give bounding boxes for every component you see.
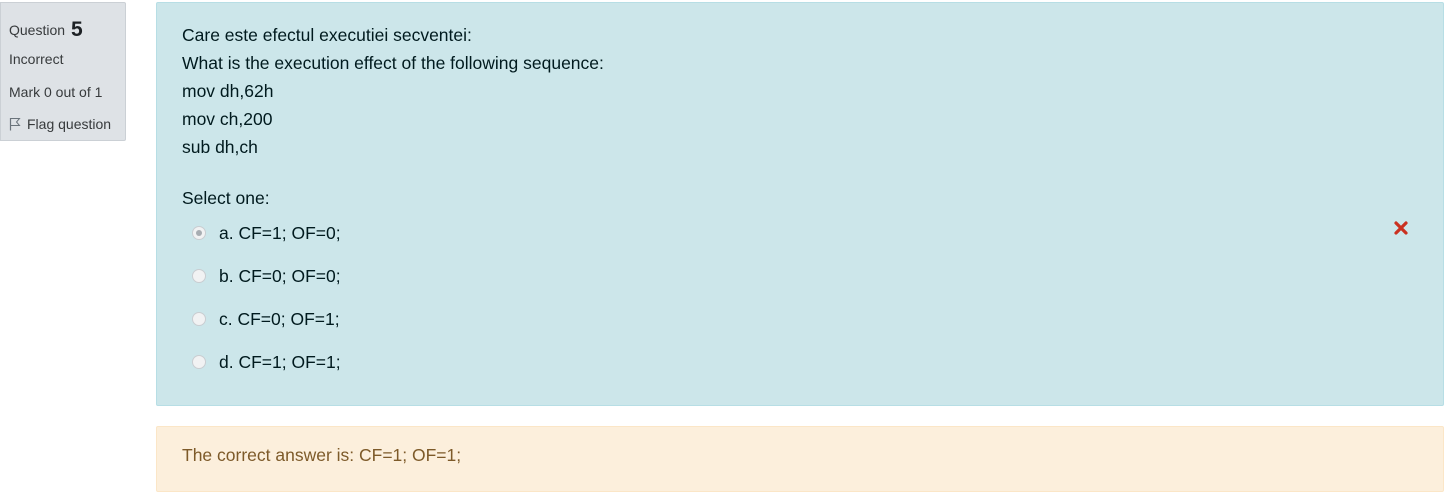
answer-option-d[interactable]: d. CF=1; OF=1; bbox=[192, 350, 341, 374]
answer-option-label: d. CF=1; OF=1; bbox=[219, 351, 341, 372]
question-grade: Mark 0 out of 1 bbox=[9, 84, 103, 100]
question-number-value: 5 bbox=[70, 18, 83, 41]
question-text-line: What is the execution effect of the foll… bbox=[182, 53, 604, 73]
answer-option-b[interactable]: b. CF=0; OF=0; bbox=[192, 264, 341, 288]
flag-icon bbox=[9, 117, 21, 131]
question-text: Care este efectul executiei secventei: W… bbox=[182, 21, 604, 161]
answer-option-a[interactable]: a. CF=1; OF=0; bbox=[192, 221, 341, 245]
answer-option-label: a. CF=1; OF=0; bbox=[219, 222, 341, 243]
answer-option-label: b. CF=0; OF=0; bbox=[219, 265, 341, 286]
radio-button-d[interactable] bbox=[192, 355, 206, 369]
answer-option-label: c. CF=0; OF=1; bbox=[219, 308, 340, 329]
select-one-prompt: Select one: bbox=[182, 188, 270, 208]
question-info-panel: Question 5 Incorrect Mark 0 out of 1 Fla… bbox=[0, 2, 126, 141]
answer-option-c[interactable]: c. CF=0; OF=1; bbox=[192, 307, 340, 331]
right-answer-text: The correct answer is: CF=1; OF=1; bbox=[182, 445, 462, 465]
question-text-line: mov ch,200 bbox=[182, 109, 273, 129]
question-number: Question 5 bbox=[9, 17, 83, 41]
question-state: Incorrect bbox=[9, 51, 64, 67]
feedback-panel: The correct answer is: CF=1; OF=1; bbox=[156, 426, 1444, 492]
question-text-line: Care este efectul executiei secventei: bbox=[182, 25, 472, 45]
flag-question-link[interactable]: Flag question bbox=[9, 116, 111, 132]
question-label: Question bbox=[9, 22, 66, 38]
cross-icon bbox=[1391, 219, 1411, 239]
question-text-line: mov dh,62h bbox=[182, 81, 274, 101]
radio-button-c[interactable] bbox=[192, 312, 206, 326]
flag-question-label: Flag question bbox=[27, 116, 112, 132]
question-text-line: sub dh,ch bbox=[182, 137, 258, 157]
question-formulation: Care este efectul executiei secventei: W… bbox=[156, 2, 1444, 406]
radio-button-b[interactable] bbox=[192, 269, 206, 283]
radio-button-a[interactable] bbox=[192, 226, 206, 240]
